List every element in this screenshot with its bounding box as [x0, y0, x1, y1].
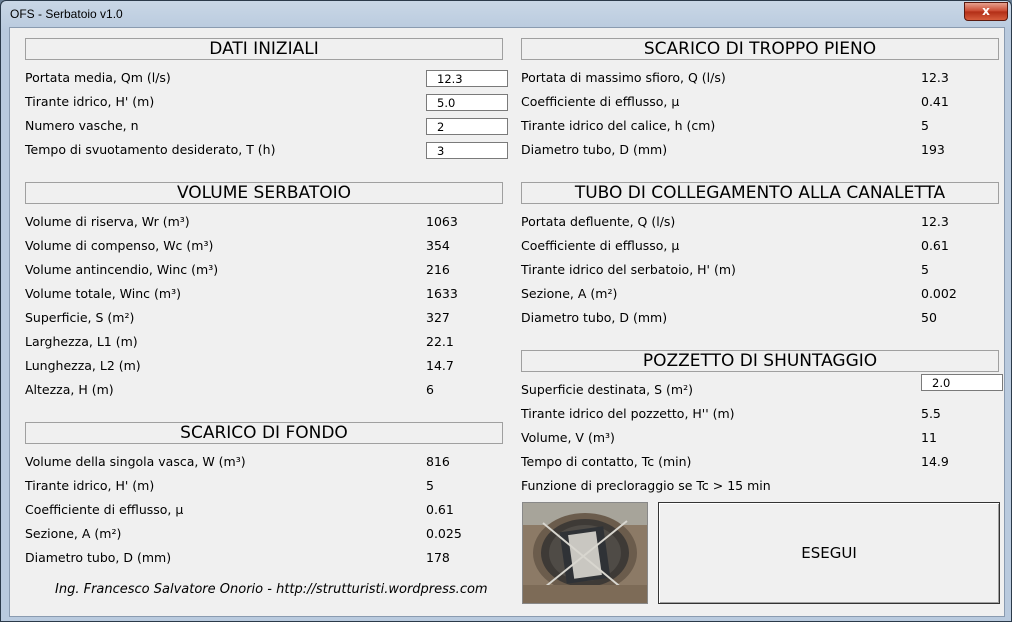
section-header-volume-serbatoio: VOLUME SERBATOIO [25, 182, 503, 204]
input-tempo-svuotamento[interactable] [426, 142, 508, 159]
tank-photo-illustration [523, 503, 647, 603]
section-header-troppo-pieno: SCARICO DI TROPPO PIENO [521, 38, 999, 60]
label-coeff-efflusso-tubo: Coefficiente di efflusso, μ [521, 238, 680, 253]
app-window: OFS - Serbatoio v1.0 x DATI INIZIALI Por… [0, 0, 1012, 622]
author-credit: Ing. Francesco Salvatore Onorio - http:/… [55, 582, 488, 597]
input-tirante-idrico[interactable] [426, 94, 508, 111]
value-larghezza: 22.1 [426, 334, 454, 349]
value-tempo-contatto: 14.9 [921, 454, 949, 469]
label-altezza: Altezza, H (m) [25, 382, 114, 397]
close-icon: x [982, 4, 990, 18]
label-lunghezza: Lunghezza, L2 (m) [25, 358, 141, 373]
label-tirante-idrico: Tirante idrico, H' (m) [25, 94, 155, 109]
value-volume-antincendio: 216 [426, 262, 450, 277]
label-volume-pozzetto: Volume, V (m³) [521, 430, 615, 445]
value-volume-riserva: 1063 [426, 214, 458, 229]
label-volume-riserva: Volume di riserva, Wr (m³) [25, 214, 190, 229]
label-diametro-fondo: Diametro tubo, D (mm) [25, 550, 172, 565]
window-title: OFS - Serbatoio v1.0 [10, 7, 123, 21]
label-sezione-tubo: Sezione, A (m²) [521, 286, 618, 301]
value-diametro-sfioro: 193 [921, 142, 945, 157]
label-tirante-pozzetto: Tirante idrico del pozzetto, H'' (m) [521, 406, 735, 421]
section-header-scarico-fondo: SCARICO DI FONDO [25, 422, 503, 444]
input-portata-media[interactable] [426, 70, 508, 87]
label-portata-media: Portata media, Qm (l/s) [25, 70, 171, 85]
input-superficie-destinata[interactable] [921, 374, 1003, 391]
label-coeff-efflusso-fondo: Coefficiente di efflusso, μ [25, 502, 184, 517]
execute-button[interactable]: ESEGUI [658, 502, 1000, 604]
label-tirante-calice: Tirante idrico del calice, h (cm) [521, 118, 716, 133]
label-sezione-fondo: Sezione, A (m²) [25, 526, 122, 541]
value-tirante-pozzetto: 5.5 [921, 406, 941, 421]
client-area: DATI INIZIALI Portata media, Qm (l/s) Ti… [9, 27, 1005, 617]
value-volume-totale: 1633 [426, 286, 458, 301]
label-volume-totale: Volume totale, Winc (m³) [25, 286, 181, 301]
value-portata-defluente: 12.3 [921, 214, 949, 229]
value-diametro-fondo: 178 [426, 550, 450, 565]
section-header-pozzetto: POZZETTO DI SHUNTAGGIO [521, 350, 999, 372]
value-sezione-fondo: 0.025 [426, 526, 462, 541]
label-portata-sfioro: Portata di massimo sfioro, Q (l/s) [521, 70, 726, 85]
section-header-dati-iniziali: DATI INIZIALI [25, 38, 503, 60]
value-lunghezza: 14.7 [426, 358, 454, 373]
value-tirante-serbatoio: 5 [921, 262, 929, 277]
label-tirante-serbatoio: Tirante idrico del serbatoio, H' (m) [521, 262, 736, 277]
label-diametro-tubo: Diametro tubo, D (mm) [521, 310, 668, 325]
tank-photo [522, 502, 648, 604]
label-larghezza: Larghezza, L1 (m) [25, 334, 138, 349]
input-numero-vasche[interactable] [426, 118, 508, 135]
label-tempo-svuotamento: Tempo di svuotamento desiderato, T (h) [25, 142, 276, 157]
value-volume-compenso: 354 [426, 238, 450, 253]
label-tempo-contatto: Tempo di contatto, Tc (min) [521, 454, 692, 469]
label-superficie: Superficie, S (m²) [25, 310, 135, 325]
label-tirante-idrico-fondo: Tirante idrico, H' (m) [25, 478, 155, 493]
value-coeff-efflusso-sfioro: 0.41 [921, 94, 949, 109]
value-coeff-efflusso-tubo: 0.61 [921, 238, 949, 253]
label-volume-singola-vasca: Volume della singola vasca, W (m³) [25, 454, 246, 469]
value-tirante-idrico-fondo: 5 [426, 478, 434, 493]
label-volume-compenso: Volume di compenso, Wc (m³) [25, 238, 214, 253]
section-header-tubo-canaletta: TUBO DI COLLEGAMENTO ALLA CANALETTA [521, 182, 999, 204]
value-volume-pozzetto: 11 [921, 430, 937, 445]
value-superficie: 327 [426, 310, 450, 325]
label-numero-vasche: Numero vasche, n [25, 118, 139, 133]
label-portata-defluente: Portata defluente, Q (l/s) [521, 214, 676, 229]
label-coeff-efflusso-sfioro: Coefficiente di efflusso, μ [521, 94, 680, 109]
value-tirante-calice: 5 [921, 118, 929, 133]
label-volume-antincendio: Volume antincendio, Winc (m³) [25, 262, 219, 277]
title-bar[interactable]: OFS - Serbatoio v1.0 x [1, 1, 1011, 27]
value-sezione-tubo: 0.002 [921, 286, 957, 301]
value-portata-sfioro: 12.3 [921, 70, 949, 85]
close-button[interactable]: x [964, 2, 1008, 21]
label-diametro-sfioro: Diametro tubo, D (mm) [521, 142, 668, 157]
value-diametro-tubo: 50 [921, 310, 937, 325]
precloraggio-note: Funzione di precloraggio se Tc > 15 min [521, 478, 771, 493]
label-superficie-destinata: Superficie destinata, S (m²) [521, 382, 693, 397]
value-volume-singola-vasca: 816 [426, 454, 450, 469]
value-coeff-efflusso-fondo: 0.61 [426, 502, 454, 517]
value-altezza: 6 [426, 382, 434, 397]
